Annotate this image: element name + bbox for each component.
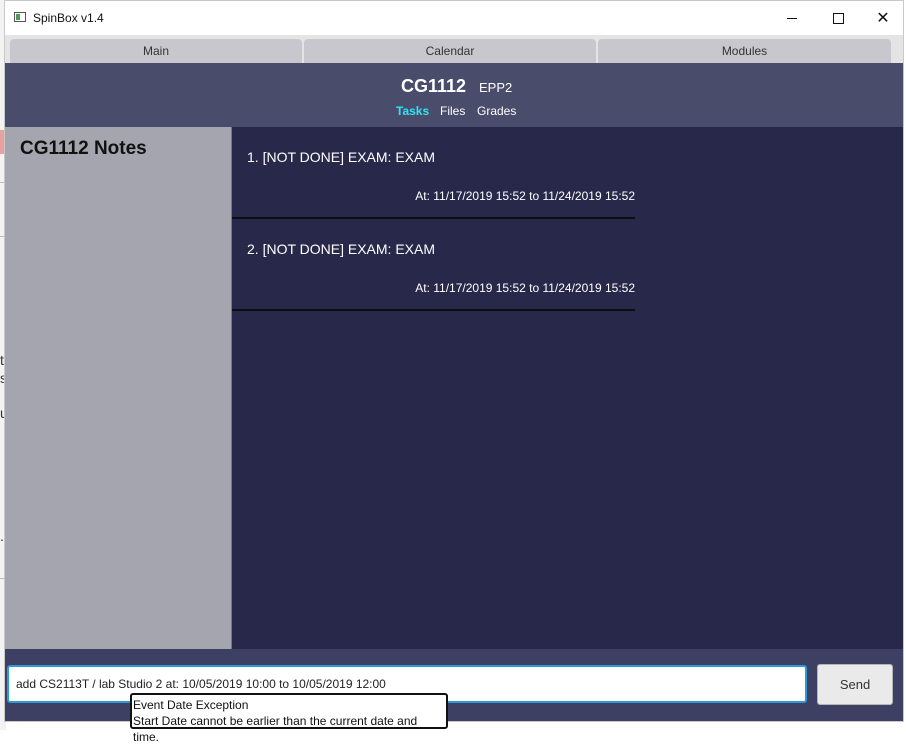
error-tooltip: Event Date Exception Start Date cannot b… (130, 693, 448, 744)
task-date: At: 11/17/2019 15:52 to 11/24/2019 15:52 (415, 281, 635, 295)
tab-calendar[interactable]: Calendar (304, 39, 596, 63)
tab-tasks[interactable]: Tasks (396, 104, 429, 118)
title-bar[interactable]: SpinBox v1.4 ✕ (5, 1, 903, 35)
task-title: 1. [NOT DONE] EXAM: EXAM (247, 149, 436, 165)
close-button[interactable]: ✕ (860, 1, 906, 35)
maximize-button[interactable] (815, 1, 861, 35)
tab-modules[interactable]: Modules (598, 39, 891, 63)
main-tab-bar: Main Calendar Modules (5, 35, 903, 63)
tab-files[interactable]: Files (440, 104, 465, 118)
task-title: 2. [NOT DONE] EXAM: EXAM (247, 241, 436, 257)
close-icon: ✕ (876, 10, 890, 27)
notes-panel: CG1112 Notes (5, 127, 231, 649)
app-icon (14, 12, 26, 22)
maximize-icon (832, 12, 844, 24)
tab-main[interactable]: Main (10, 39, 302, 63)
task-item[interactable]: 2. [NOT DONE] EXAM: EXAM At: 11/17/2019 … (232, 219, 635, 311)
module-code: CG1112 (401, 76, 467, 96)
tab-grades[interactable]: Grades (477, 104, 516, 118)
send-button[interactable]: Send (817, 664, 893, 705)
module-header: CG1112 EPP2 Tasks Files Grades (5, 63, 903, 127)
module-name: EPP2 (479, 80, 513, 95)
minimize-icon (787, 17, 797, 19)
window-title: SpinBox v1.4 (33, 11, 104, 25)
error-tooltip-message: Start Date cannot be earlier than the cu… (133, 714, 418, 744)
notes-title: CG1112 Notes (20, 138, 147, 159)
task-date: At: 11/17/2019 15:52 to 11/24/2019 15:52 (415, 189, 635, 203)
error-tooltip-title: Event Date Exception (133, 698, 249, 712)
task-list[interactable]: 1. [NOT DONE] EXAM: EXAM At: 11/17/2019 … (232, 127, 903, 649)
task-item[interactable]: 1. [NOT DONE] EXAM: EXAM At: 11/17/2019 … (232, 127, 635, 219)
app-window: SpinBox v1.4 ✕ Main Calendar Modules CG1… (4, 0, 904, 722)
minimize-button[interactable] (769, 1, 815, 35)
